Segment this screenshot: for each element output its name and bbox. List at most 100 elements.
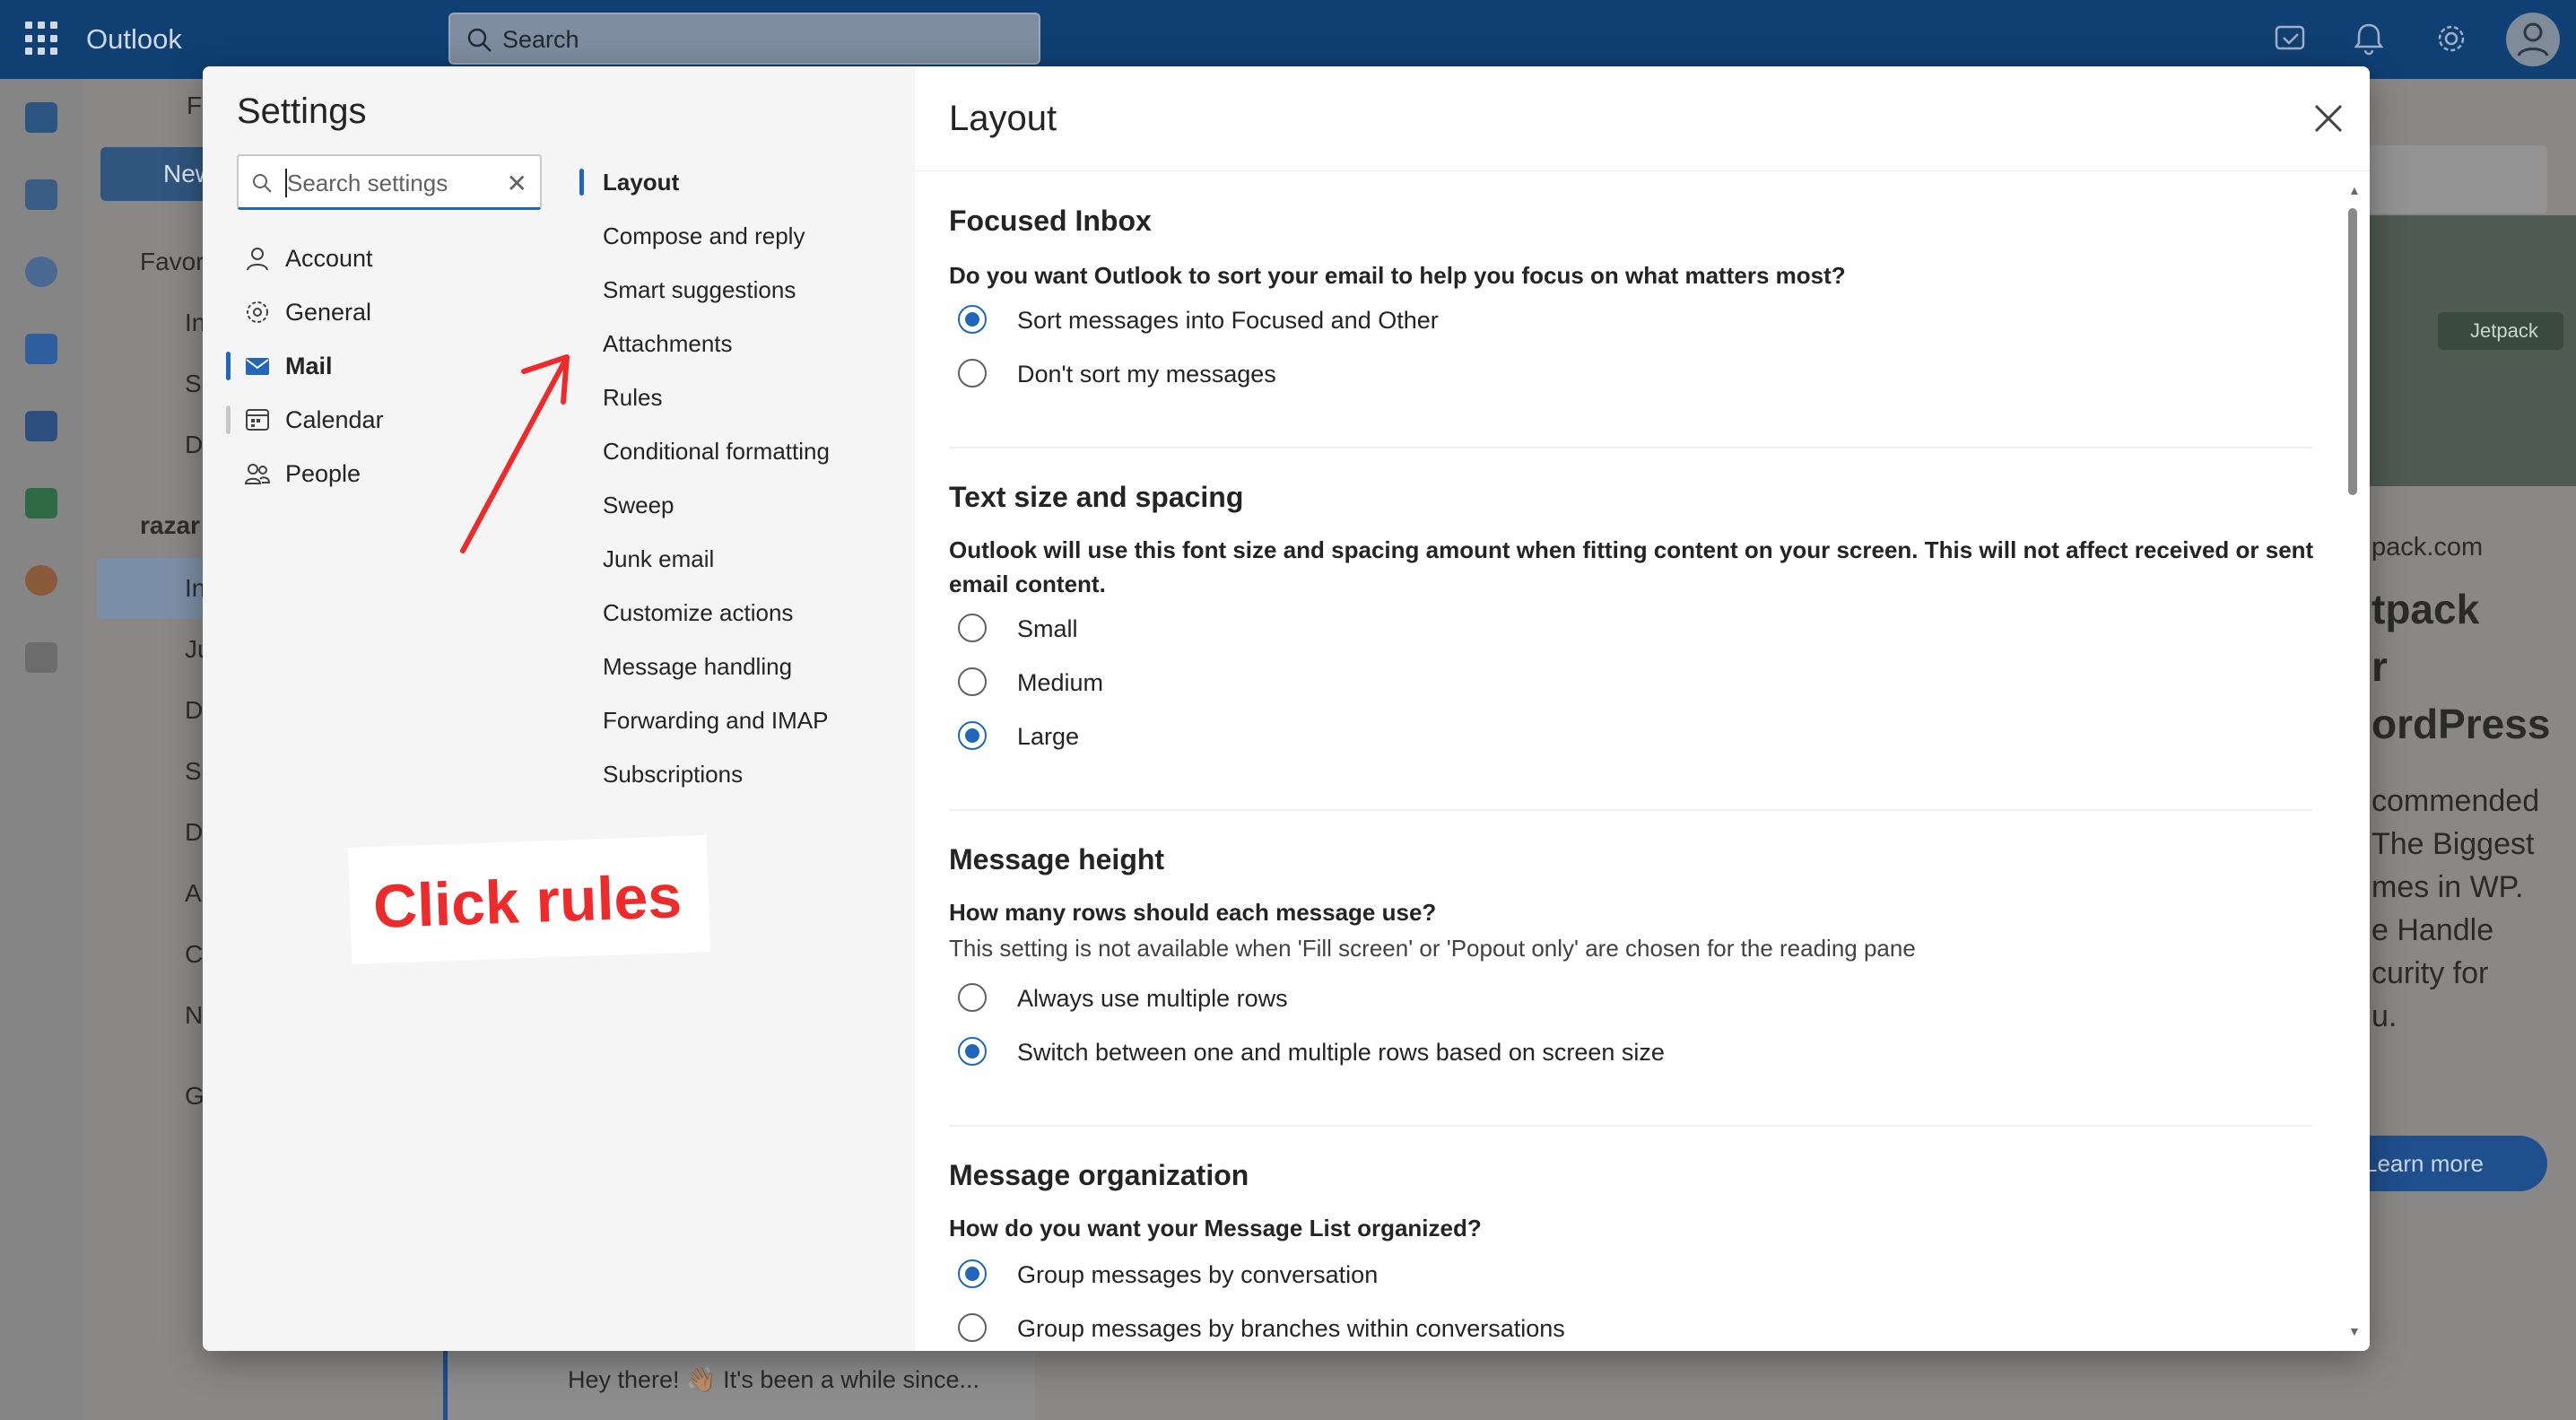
subnav-label: Customize actions [603,599,794,626]
ad-body-line: commended [2371,784,2540,818]
scroll-up-arrow-icon[interactable]: ▲ [2348,183,2361,197]
radio-group-by-conversation[interactable]: Group messages by conversation [958,1254,2214,1295]
settings-category-account[interactable]: Account [237,235,533,282]
ad-body-line: curity for [2371,956,2489,990]
whats-new-icon[interactable] [2271,20,2309,57]
hover-indicator [226,405,231,434]
bg-account-stub: razar [140,511,200,539]
ad-body-line: The Biggest [2371,827,2535,861]
bg-folder-stub: C [185,940,204,968]
category-label: Account [285,245,373,272]
subnav-message-handling[interactable]: Message handling [579,644,902,689]
settings-dialog: Settings Search settings ✕ Account Gener… [203,66,2370,1351]
search-icon [253,174,272,193]
global-search-box[interactable]: Search [448,13,1040,65]
text-cursor [285,169,287,197]
subnav-sweep[interactable]: Sweep [579,483,902,527]
close-icon[interactable] [2309,99,2348,138]
bg-folder-stub: D [185,696,204,724]
ad-badge: Jetpack [2438,312,2563,350]
subnav-forwarding-and-imap[interactable]: Forwarding and IMAP [579,698,902,743]
word-app-icon[interactable] [25,411,57,441]
subnav-conditional-formatting[interactable]: Conditional formatting [579,429,902,474]
selection-indicator [226,352,231,380]
subnav-label: Junk email [603,545,715,572]
settings-title: Settings [237,91,367,131]
clear-search-icon[interactable]: ✕ [507,169,527,198]
person-icon [247,248,268,271]
mail-app-icon[interactable] [25,102,57,133]
radio-sort-focused-other[interactable]: Sort messages into Focused and Other [958,300,2214,341]
header-divider [915,170,2370,171]
subnav-subscriptions[interactable]: Subscriptions [579,752,902,797]
radio-label: Sort messages into Focused and Other [1017,307,1439,334]
search-icon [467,28,492,52]
subnav-label: Sweep [603,492,674,518]
annotation-callout: Click rules [347,835,711,964]
subnav-junk-email[interactable]: Junk email [579,536,902,581]
message-organization-question: How do you want your Message List organi… [949,1215,1482,1241]
app-launcher-icon[interactable] [25,22,59,56]
bg-groups-stub: G [185,1082,205,1110]
user-avatar[interactable] [2506,13,2560,66]
subnav-layout[interactable]: Layout [579,160,902,205]
category-label: Calendar [285,406,384,433]
subnav-label: Subscriptions [603,761,744,788]
settings-nav-pane: Settings Search settings ✕ Account Gener… [203,66,915,1351]
subnav-attachments[interactable]: Attachments [579,321,902,366]
gear-icon [247,301,268,323]
radio-label: Switch between one and multiple rows bas… [1017,1039,1665,1066]
scroll-down-arrow-icon[interactable]: ▼ [2348,1324,2361,1338]
scrollbar-thumb[interactable] [2348,208,2357,495]
radio-switch-rows[interactable]: Switch between one and multiple rows bas… [958,1032,2214,1073]
subnav-compose-and-reply[interactable]: Compose and reply [579,213,902,258]
radio-text-medium[interactable]: Medium [958,662,2214,703]
app-brand[interactable]: Outlook [86,23,182,56]
page-title: Layout [949,99,1057,138]
ad-headline-line: r [2371,643,2388,690]
radio-multiple-rows[interactable]: Always use multiple rows [958,978,2214,1019]
category-label: Mail [285,353,333,379]
bg-folder-stub: D [185,818,204,846]
calendar-app-icon[interactable] [25,179,57,210]
people-app-icon[interactable] [25,257,57,287]
radio-group-by-branches[interactable]: Group messages by branches within conver… [958,1308,2214,1349]
settings-gear-icon[interactable] [2432,20,2470,57]
radio-circle [958,667,987,696]
settings-category-general[interactable]: General [237,289,533,335]
notifications-bell-icon[interactable] [2350,20,2388,57]
subnav-rules[interactable]: Rules [579,375,902,420]
radio-circle [958,1313,987,1342]
excel-app-icon[interactable] [25,488,57,518]
apps-icon[interactable] [25,565,57,596]
ad-body-line: mes in WP. [2371,870,2524,904]
todo-app-icon[interactable] [25,334,57,364]
global-search-placeholder: Search [502,26,579,53]
text-size-question: Outlook will use this font size and spac… [949,536,2314,597]
radio-label: Always use multiple rows [1017,985,1288,1012]
bg-filter-dropdown[interactable] [2368,145,2547,213]
person-icon [2517,22,2549,57]
subnav-label: Conditional formatting [603,438,830,465]
ad-headline-line: tpack [2371,586,2480,632]
more-apps-icon[interactable] [25,642,57,673]
radio-dont-sort[interactable]: Don't sort my messages [958,353,2214,395]
settings-search-input[interactable]: Search settings ✕ [237,154,542,210]
subnav-smart-suggestions[interactable]: Smart suggestions [579,267,902,312]
layout-settings-pane: Layout ▲ ▼ Focused Inbox Do you want Out… [915,66,2370,1351]
subnav-label: Attachments [603,330,733,357]
radio-label: Small [1017,615,1078,642]
bg-favorites-stub: Favor [140,248,205,275]
selection-indicator [579,169,584,196]
app-rail [0,79,83,1420]
new-mail-button[interactable]: New [100,147,213,201]
radio-text-small[interactable]: Small [958,608,2214,649]
ad-image: Jetpack [2350,215,2576,486]
subnav-label: Rules [603,384,663,411]
radio-label: Don't sort my messages [1017,361,1276,388]
radio-circle [958,721,987,750]
subnav-customize-actions[interactable]: Customize actions [579,590,902,635]
radio-text-large[interactable]: Large [958,716,2214,757]
message-preview-text: Hey there! 👋🏽 It's been a while since... [568,1366,979,1393]
ad-body-line: e Handle [2371,913,2494,947]
